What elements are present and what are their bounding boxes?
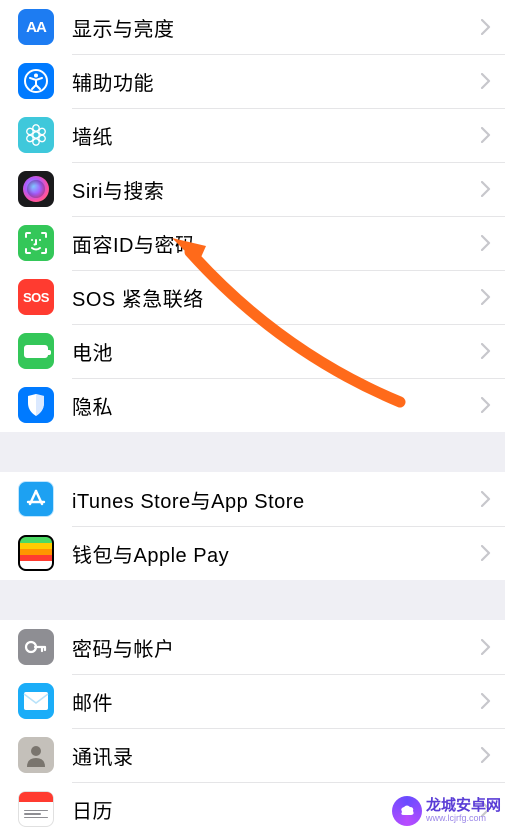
row-wallet-applepay[interactable]: 钱包与Apple Pay bbox=[0, 526, 505, 580]
row-display-brightness[interactable]: AA 显示与亮度 bbox=[0, 0, 505, 54]
row-faceid-passcode[interactable]: 面容ID与密码 bbox=[0, 216, 505, 270]
row-accessibility[interactable]: 辅助功能 bbox=[0, 54, 505, 108]
watermark-logo-icon bbox=[392, 796, 422, 826]
appstore-icon bbox=[18, 481, 54, 517]
chevron-right-icon bbox=[481, 181, 491, 197]
aa-glyph: AA bbox=[26, 19, 46, 36]
chevron-right-icon bbox=[481, 397, 491, 413]
row-label: 辅助功能 bbox=[72, 67, 481, 96]
chevron-right-icon bbox=[481, 289, 491, 305]
siri-icon bbox=[18, 171, 54, 207]
row-privacy[interactable]: 隐私 bbox=[0, 378, 505, 432]
row-sos[interactable]: SOS SOS 紧急联络 bbox=[0, 270, 505, 324]
chevron-right-icon bbox=[481, 491, 491, 507]
group-separator bbox=[0, 432, 505, 472]
battery-icon bbox=[18, 333, 54, 369]
row-label: Siri与搜索 bbox=[72, 175, 481, 204]
settings-group-1: AA 显示与亮度 辅助功能 墙纸 Siri与搜索 bbox=[0, 0, 505, 432]
row-siri-search[interactable]: Siri与搜索 bbox=[0, 162, 505, 216]
row-battery[interactable]: 电池 bbox=[0, 324, 505, 378]
row-passwords-accounts[interactable]: 密码与帐户 bbox=[0, 620, 505, 674]
faceid-icon bbox=[18, 225, 54, 261]
watermark-url: www.lcjrfg.com bbox=[426, 814, 501, 824]
chevron-right-icon bbox=[481, 19, 491, 35]
row-label: 墙纸 bbox=[72, 121, 481, 150]
chevron-right-icon bbox=[481, 545, 491, 561]
privacy-icon bbox=[18, 387, 54, 423]
chevron-right-icon bbox=[481, 127, 491, 143]
row-label: SOS 紧急联络 bbox=[72, 283, 481, 312]
sos-glyph: SOS bbox=[23, 290, 49, 305]
sos-icon: SOS bbox=[18, 279, 54, 315]
chevron-right-icon bbox=[481, 343, 491, 359]
watermark-title: 龙城安卓网 bbox=[426, 798, 501, 815]
chevron-right-icon bbox=[481, 235, 491, 251]
row-itunes-appstore[interactable]: iTunes Store与App Store bbox=[0, 472, 505, 526]
wallet-icon bbox=[18, 535, 54, 571]
row-mail[interactable]: 邮件 bbox=[0, 674, 505, 728]
row-label: 通讯录 bbox=[72, 741, 481, 770]
row-label: 隐私 bbox=[72, 391, 481, 420]
chevron-right-icon bbox=[481, 639, 491, 655]
settings-list: AA 显示与亮度 辅助功能 墙纸 Siri与搜索 bbox=[0, 0, 505, 836]
row-contacts[interactable]: 通讯录 bbox=[0, 728, 505, 782]
mail-icon bbox=[18, 683, 54, 719]
row-label: 电池 bbox=[72, 337, 481, 366]
display-brightness-icon: AA bbox=[18, 9, 54, 45]
chevron-right-icon bbox=[481, 73, 491, 89]
calendar-icon bbox=[18, 791, 54, 827]
row-wallpaper[interactable]: 墙纸 bbox=[0, 108, 505, 162]
row-label: 邮件 bbox=[72, 687, 481, 716]
group-separator bbox=[0, 580, 505, 620]
chevron-right-icon bbox=[481, 747, 491, 763]
row-label: 面容ID与密码 bbox=[72, 229, 481, 258]
row-label: 钱包与Apple Pay bbox=[72, 539, 481, 568]
watermark: 龙城安卓网 www.lcjrfg.com bbox=[392, 796, 501, 826]
wallpaper-icon bbox=[18, 117, 54, 153]
contacts-icon bbox=[18, 737, 54, 773]
row-label: 显示与亮度 bbox=[72, 13, 481, 42]
accessibility-icon bbox=[18, 63, 54, 99]
settings-group-2: iTunes Store与App Store 钱包与Apple Pay bbox=[0, 472, 505, 580]
key-icon bbox=[18, 629, 54, 665]
chevron-right-icon bbox=[481, 693, 491, 709]
row-label: 密码与帐户 bbox=[72, 633, 481, 662]
row-label: iTunes Store与App Store bbox=[72, 485, 481, 514]
